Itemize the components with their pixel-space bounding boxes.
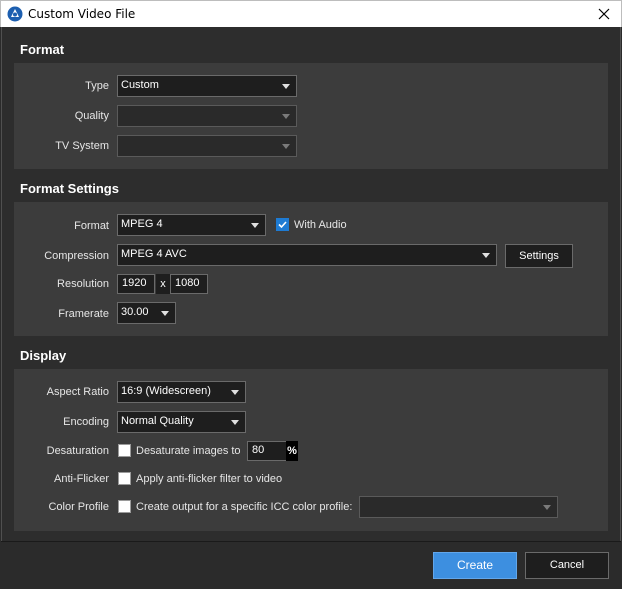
tv-system-label: TV System [55,140,109,152]
chevron-down-icon [282,114,290,119]
color-profile-checkbox[interactable] [118,500,131,513]
aspect-ratio-label: Aspect Ratio [46,386,109,398]
anti-flicker-label: Anti-Flicker [53,473,109,485]
format-label: Format [74,220,109,232]
desaturate-text: Desaturate images to [136,445,241,457]
settings-button[interactable]: Settings [505,244,573,268]
title-bar: Custom Video File [0,0,622,27]
resolution-height-input[interactable]: 1080 [170,274,208,294]
chevron-down-icon [482,253,490,258]
compression-label: Compression [44,250,109,262]
color-profile-dropdown[interactable] [359,496,558,518]
aspect-ratio-dropdown[interactable]: 16:9 (Widescreen) [117,381,246,403]
display-panel: Aspect Ratio 16:9 (Widescreen) Encoding … [14,369,608,531]
framerate-dropdown[interactable]: 30.00 [117,302,176,324]
desaturation-checkbox[interactable] [118,444,131,457]
chevron-down-icon [231,420,239,425]
with-audio-label: With Audio [294,219,347,231]
format-dropdown[interactable]: MPEG 4 [117,214,266,236]
compression-dropdown[interactable]: MPEG 4 AVC [117,244,497,266]
chevron-down-icon [231,390,239,395]
type-dropdown[interactable]: Custom [117,75,297,97]
quality-label: Quality [74,110,109,122]
encoding-dropdown[interactable]: Normal Quality [117,411,246,433]
type-label: Type [85,80,109,92]
tv-system-dropdown[interactable] [117,135,297,157]
app-logo-icon [7,6,23,22]
window-title: Custom Video File [28,7,136,21]
desaturate-input[interactable]: 80 [247,441,287,461]
dialog-footer: Create Cancel [1,541,621,588]
resolution-separator: x [156,274,170,294]
framerate-label: Framerate [58,308,109,320]
format-panel: Type Custom Quality TV System [14,63,608,169]
create-button[interactable]: Create [433,552,517,579]
quality-dropdown[interactable] [117,105,297,127]
desaturation-label: Desaturation [46,445,109,457]
chevron-down-icon [161,311,169,316]
type-value: Custom [121,79,159,91]
display-heading: Display [20,348,67,363]
format-heading: Format [20,42,65,57]
aspect-ratio-value: 16:9 (Widescreen) [121,385,211,397]
cancel-button[interactable]: Cancel [525,552,609,579]
checkmark-icon [278,221,287,229]
encoding-value: Normal Quality [121,415,194,427]
anti-flicker-text: Apply anti-flicker filter to video [136,473,283,485]
resolution-label: Resolution [57,278,109,290]
chevron-down-icon [251,223,259,228]
with-audio-checkbox[interactable] [276,218,289,231]
compression-value: MPEG 4 AVC [121,248,187,260]
dialog-body: Format Type Custom Quality TV System For… [1,27,621,588]
percent-sign: % [286,441,298,461]
format-value: MPEG 4 [121,218,163,230]
resolution-width-input[interactable]: 1920 [117,274,155,294]
anti-flicker-checkbox[interactable] [118,472,131,485]
chevron-down-icon [543,505,551,510]
framerate-value: 30.00 [121,306,149,318]
color-profile-text: Create output for a specific ICC color p… [136,501,353,513]
format-settings-panel: Format MPEG 4 With Audio Compression MPE… [14,202,608,336]
chevron-down-icon [282,84,290,89]
close-icon[interactable] [595,5,613,23]
encoding-label: Encoding [63,416,109,428]
format-settings-heading: Format Settings [20,181,119,196]
color-profile-label: Color Profile [48,501,109,513]
chevron-down-icon [282,144,290,149]
